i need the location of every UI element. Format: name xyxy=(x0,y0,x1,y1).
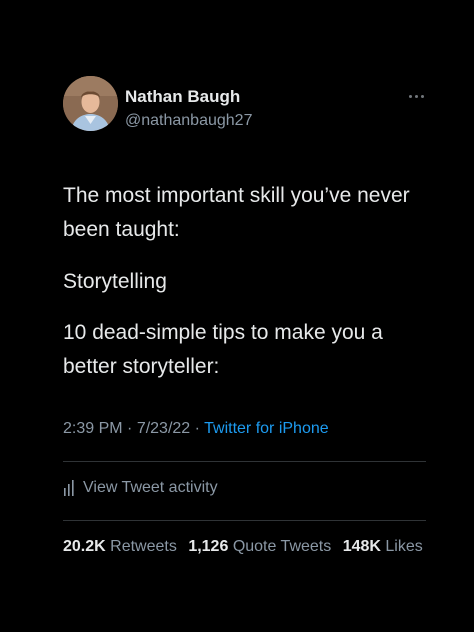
avatar-photo xyxy=(63,76,118,131)
more-dot-icon xyxy=(421,95,424,98)
author-name[interactable]: Nathan Baugh xyxy=(125,87,240,107)
more-dot-icon xyxy=(409,95,412,98)
engagement-stats: 20.2K Retweets 1,126 Quote Tweets 148K L… xyxy=(63,538,423,556)
likes-label[interactable]: Likes xyxy=(385,538,422,555)
analytics-icon xyxy=(64,480,74,496)
retweets-label[interactable]: Retweets xyxy=(110,538,177,555)
activity-label: View Tweet activity xyxy=(83,479,218,496)
tweet-text-line: 10 dead-simple tips to make you a xyxy=(63,321,383,344)
divider xyxy=(63,461,426,462)
tweet-card: Nathan Baugh @nathanbaugh27 The most imp… xyxy=(0,0,474,632)
author-handle[interactable]: @nathanbaugh27 xyxy=(125,112,252,130)
meta-separator: · xyxy=(190,420,205,437)
retweets-count[interactable]: 20.2K xyxy=(63,538,106,555)
tweet-text-line: The most important skill you’ve never xyxy=(63,184,410,207)
quotes-count[interactable]: 1,126 xyxy=(188,538,228,555)
tweet-date[interactable]: 7/23/22 xyxy=(137,420,190,437)
more-options-button[interactable] xyxy=(405,86,429,106)
tweet-text-line: Storytelling xyxy=(63,270,167,293)
more-dot-icon xyxy=(415,95,418,98)
view-tweet-activity-button[interactable]: View Tweet activity xyxy=(63,479,218,497)
meta-separator: · xyxy=(122,420,137,437)
tweet-text-line: better storyteller: xyxy=(63,355,220,378)
tweet-source-link[interactable]: Twitter for iPhone xyxy=(204,420,329,437)
tweet-meta: 2:39 PM · 7/23/22 · Twitter for iPhone xyxy=(63,420,329,438)
quotes-label[interactable]: Quote Tweets xyxy=(233,538,331,555)
avatar[interactable] xyxy=(63,76,118,131)
tweet-time[interactable]: 2:39 PM xyxy=(63,420,123,437)
divider xyxy=(63,520,426,521)
tweet-text-line: been taught: xyxy=(63,218,180,241)
likes-count[interactable]: 148K xyxy=(343,538,381,555)
